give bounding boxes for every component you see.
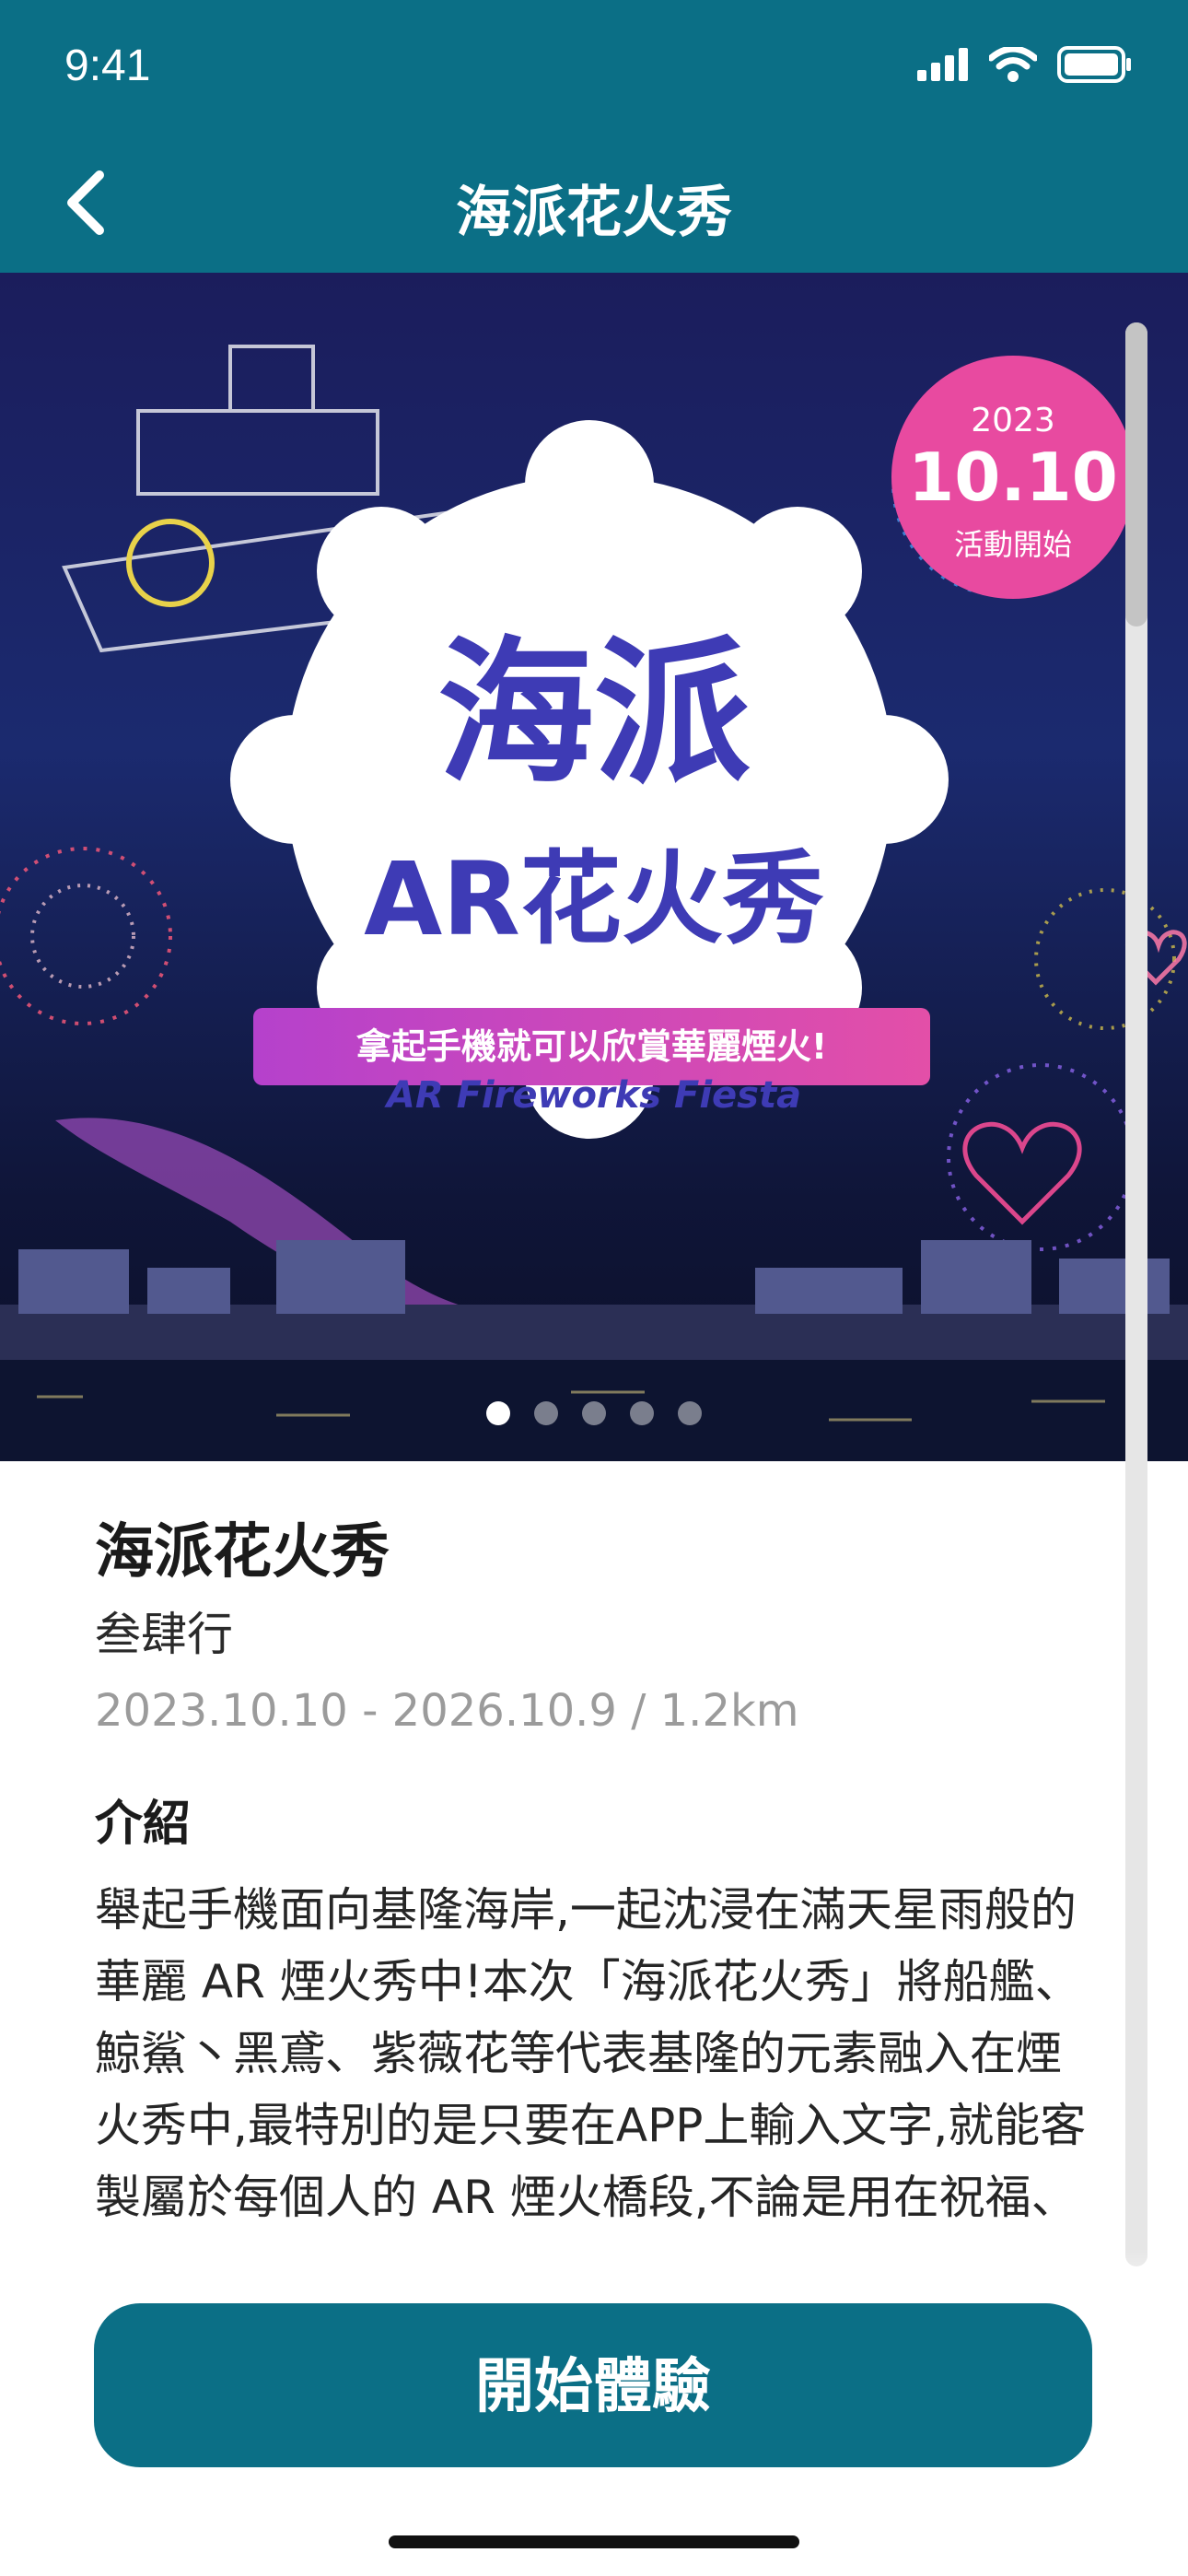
badge-subtitle: 活動開始 [953,527,1072,562]
home-indicator[interactable] [389,2535,799,2548]
start-date-badge: 2023 10.10 活動開始 [891,356,1135,599]
carousel-pager[interactable] [0,1401,1188,1425]
event-organizer: 叁肆行 [95,1608,233,1661]
pager-dot[interactable] [486,1401,510,1425]
pager-dot[interactable] [678,1401,702,1425]
event-title: 海派花火秀 [95,1518,390,1587]
pager-dot[interactable] [534,1401,558,1425]
badge-year: 2023 [971,402,1055,439]
wifi-icon [987,45,1039,86]
status-icons [917,45,1133,87]
intro-heading: 介紹 [95,1797,192,1852]
battery-icon [1057,46,1133,87]
app-header: 9:41 海派花火秀 [0,0,1188,273]
logo-english: AR Fireworks Fiesta [386,1074,802,1117]
scrollbar-track[interactable] [1125,322,1147,2266]
status-time: 9:41 [64,41,151,90]
event-details: 海派花火秀 叁肆行 2023.10.10 - 2026.10.9 / 1.2km… [95,1511,1089,2233]
event-date-distance: 2023.10.10 - 2026.10.9 / 1.2km [95,1685,799,1737]
pager-dot[interactable] [630,1401,654,1425]
scrollbar-thumb[interactable] [1125,322,1147,626]
page-title: 海派花火秀 [456,181,732,245]
badge-date: 10.10 [908,439,1118,516]
logo-title-line2: AR花火秀 [364,840,824,958]
start-experience-button[interactable]: 開始體驗 [94,2303,1092,2467]
hero-carousel[interactable]: 2023 10.10 活動開始 海派 AR花火秀 拿起手機就可以欣賞華麗煙火! … [0,273,1188,1461]
intro-text: 舉起手機面向基隆海岸,一起沈浸在滿天星雨般的華麗 AR 煙火秀中!本次「海派花火… [95,1883,1087,2224]
signal-icon [917,48,969,85]
pager-dot[interactable] [582,1401,606,1425]
logo-title-line1: 海派 [437,623,751,805]
